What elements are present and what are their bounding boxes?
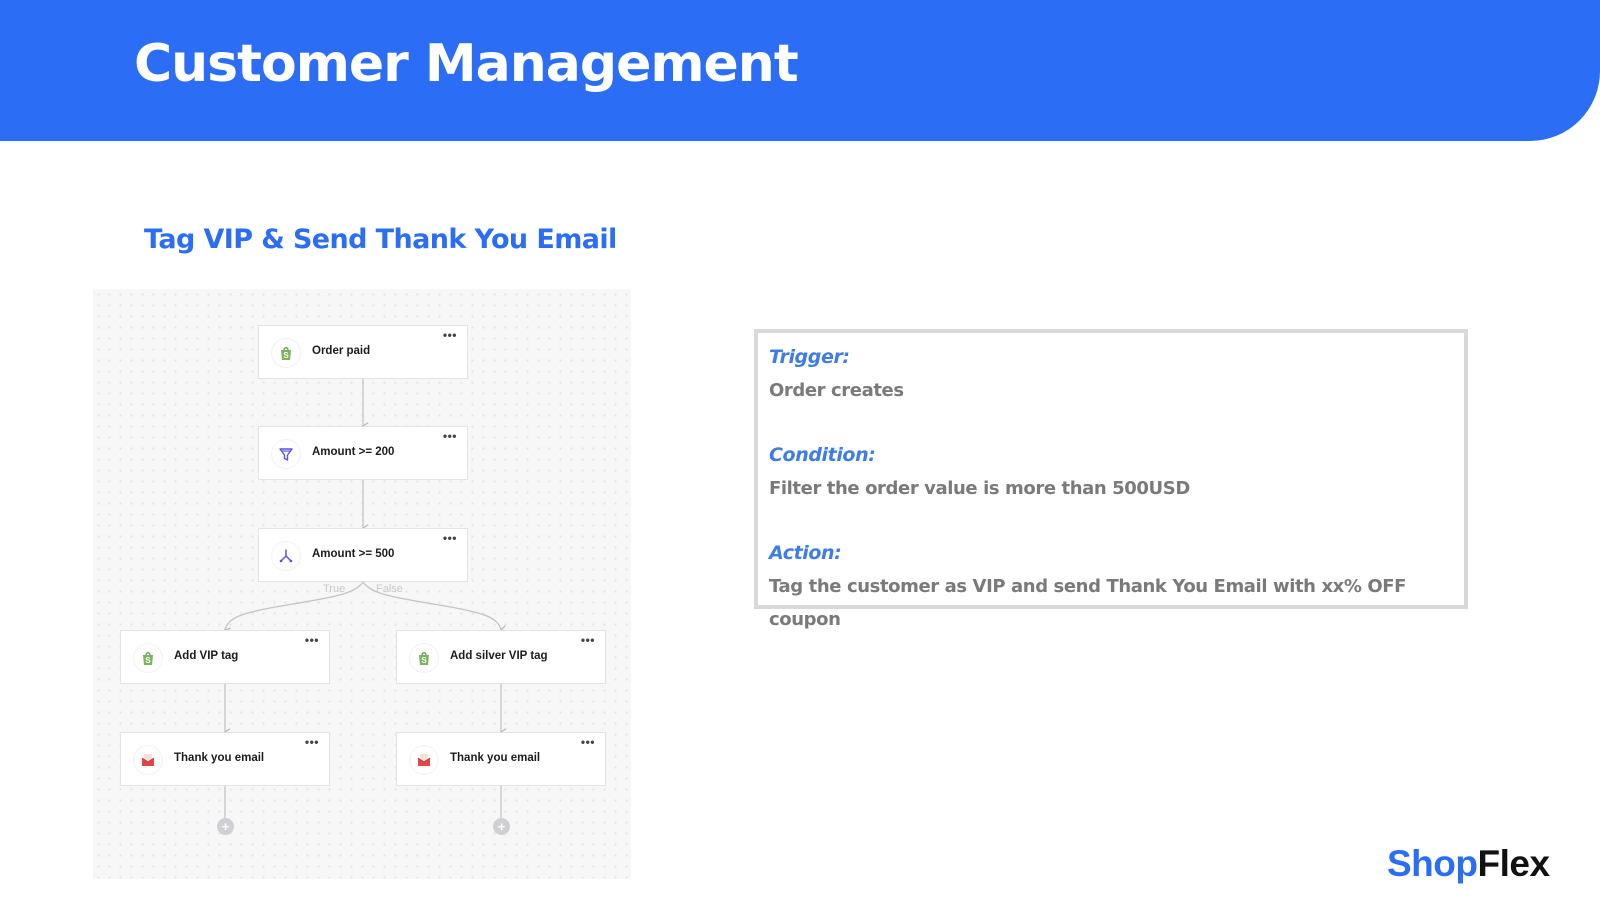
workflow-node-amount-500[interactable]: Amount >= 500 ••• [258,528,468,582]
node-label: Amount >= 200 [312,446,395,458]
action-text: Tag the customer as VIP and send Thank Y… [769,576,1407,630]
add-step-button-true[interactable]: + [217,818,234,835]
trigger-heading: Trigger: [769,346,850,368]
page-title: Customer Management [134,34,799,94]
email-envelope-icon [133,745,163,775]
more-options-icon[interactable]: ••• [305,633,319,647]
branch-label-false: False [376,583,403,595]
header-banner: Customer Management [0,0,1600,141]
brand-logo: ShopFlex [1387,843,1550,885]
svg-text:S: S [283,351,289,360]
workflow-node-order-paid[interactable]: S Order paid ••• [258,325,468,379]
svg-text:S: S [145,656,151,665]
more-options-icon[interactable]: ••• [443,531,457,545]
shopify-bag-icon: S [133,643,163,673]
action-heading: Action: [769,542,842,564]
node-label: Add VIP tag [174,650,239,662]
add-step-button-false[interactable]: + [493,818,510,835]
workflow-node-amount-200[interactable]: Amount >= 200 ••• [258,426,468,480]
email-envelope-icon [409,745,439,775]
shopify-bag-icon: S [271,338,301,368]
condition-text: Filter the order value is more than 500U… [769,478,1190,499]
trigger-text: Order creates [769,380,904,401]
branch-label-true: True [323,583,346,595]
workflow-description-box: Trigger: Order creates Condition: Filter… [754,329,1468,630]
node-label: Order paid [312,345,371,357]
branch-split-icon [271,541,301,571]
brand-logo-part1: Shop [1387,843,1478,884]
workflow-canvas[interactable]: S Order paid ••• Amount >= 200 ••• Amoun… [93,289,631,879]
filter-funnel-icon [271,439,301,469]
more-options-icon[interactable]: ••• [581,735,595,749]
workflow-node-add-silver-vip-tag[interactable]: S Add silver VIP tag ••• [396,630,606,684]
brand-logo-part2: Flex [1477,843,1550,884]
workflow-node-thank-you-email-true[interactable]: Thank you email ••• [120,732,330,786]
shopify-bag-icon: S [409,643,439,673]
node-label: Thank you email [450,752,541,764]
workflow-title: Tag VIP & Send Thank You Email [144,224,617,255]
node-label: Thank you email [174,752,265,764]
more-options-icon[interactable]: ••• [443,328,457,342]
workflow-node-add-vip-tag[interactable]: S Add VIP tag ••• [120,630,330,684]
workflow-node-thank-you-email-false[interactable]: Thank you email ••• [396,732,606,786]
more-options-icon[interactable]: ••• [443,429,457,443]
more-options-icon[interactable]: ••• [305,735,319,749]
node-label: Amount >= 500 [312,548,395,560]
node-label: Add silver VIP tag [450,650,548,662]
svg-text:S: S [421,656,427,665]
more-options-icon[interactable]: ••• [581,633,595,647]
condition-heading: Condition: [769,444,876,466]
